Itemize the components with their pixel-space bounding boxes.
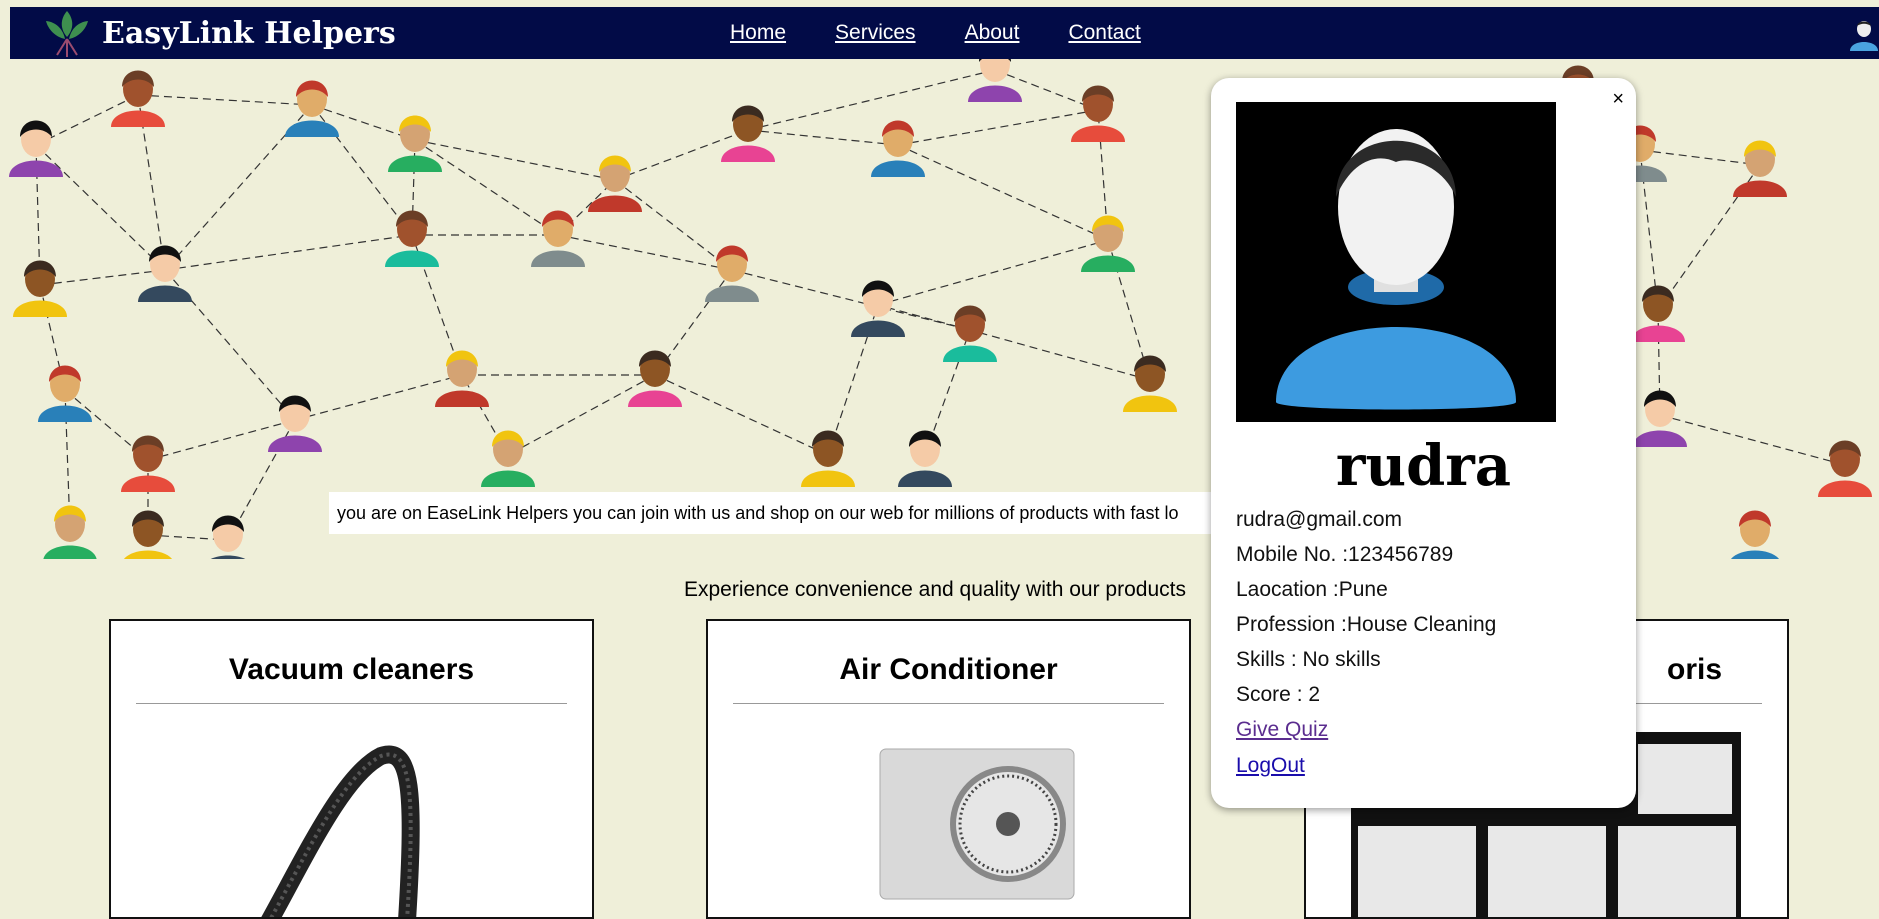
person-icon [138,245,192,302]
person-icon [1123,355,1177,412]
network-link [1659,414,1846,466]
person-icon [435,350,489,407]
nav-services-link[interactable]: Services [835,21,916,45]
network-link [747,129,899,146]
brand[interactable]: EasyLink Helpers [40,7,396,59]
profile-popup: × rudra rudra@gmail.com Mobile No. :1234… [1211,78,1636,808]
person-icon [628,350,682,407]
person-icon [1631,285,1685,342]
person-icon [871,120,925,177]
person-icon [1818,440,1872,497]
logout-link[interactable]: LogOut [1236,754,1305,778]
person-icon [481,430,535,487]
nav-about-link[interactable]: About [965,21,1020,45]
network-link [137,94,313,106]
profile-photo [1236,102,1556,422]
network-link [747,69,996,131]
profile-name: rudra [1335,433,1512,499]
nav-home-link[interactable]: Home [730,21,786,45]
network-link [731,269,971,331]
network-link [969,329,1151,381]
vacuum-hose-image [261,745,420,917]
person-icon [898,430,952,487]
profile-skills: Skills : No skills [1236,648,1381,671]
network-link [877,239,1109,306]
marquee-banner: you are on EaseLink Helpers you can join… [329,492,1229,534]
profile-mobile: Mobile No. :123456789 [1236,543,1454,566]
person-icon [13,260,67,317]
person-icon [1731,510,1779,559]
network-link [897,109,1099,146]
network-link [654,374,829,456]
person-icon [721,105,775,162]
person-icon [9,120,63,177]
nav-links: Home Services About Contact [730,7,1190,59]
person-icon [38,365,92,422]
network-link [39,269,166,286]
brand-name: EasyLink Helpers [102,15,396,51]
network-link [164,234,413,271]
air-conditioner-image [879,748,1075,900]
network-link [35,144,166,271]
product-title: oris [1667,653,1723,686]
divider [733,703,1164,704]
navbar: EasyLink Helpers Home Services About Con… [10,7,1879,59]
person-icon [268,395,322,452]
network-link [294,374,463,421]
product-card-air-conditioner[interactable]: Air Conditioner [706,619,1191,919]
person-icon [124,510,172,559]
person-icon [43,505,97,559]
person-icon [385,210,439,267]
network-link [147,419,296,461]
profile-score: Score : 2 [1236,683,1321,706]
product-title: Vacuum cleaners [228,653,475,686]
person-icon [1081,215,1135,272]
person-icon [968,59,1022,102]
person-icon [801,430,855,487]
person-icon [588,155,642,212]
network-link [507,374,656,456]
user-avatar-icon[interactable] [1847,17,1879,51]
tagline: Experience convenience and quality with … [684,578,1186,601]
person-icon [285,80,339,137]
person-icon [211,515,245,559]
profile-location: Laocation :Pune [1236,578,1388,601]
person-icon [111,70,165,127]
give-quiz-link[interactable]: Give Quiz [1236,718,1328,742]
product-title: Air Conditioner [839,653,1058,686]
network-link [414,139,616,181]
person-icon [1733,140,1787,197]
person-icon [705,245,759,302]
network-link [614,179,733,271]
close-icon[interactable]: × [1612,88,1624,111]
default-user-icon [1276,129,1516,410]
person-icon [943,305,997,362]
network-link [1639,149,1761,166]
product-card-vacuum[interactable]: Vacuum cleaners [109,619,594,919]
leaf-logo-icon [46,11,88,57]
divider [136,703,567,704]
network-link [897,144,1109,241]
profile-email: rudra@gmail.com [1236,508,1403,531]
profile-profession: Profession :House Cleaning [1236,613,1497,636]
person-icon [851,280,905,337]
nav-contact-link[interactable]: Contact [1068,21,1140,45]
person-icon [1633,390,1687,447]
